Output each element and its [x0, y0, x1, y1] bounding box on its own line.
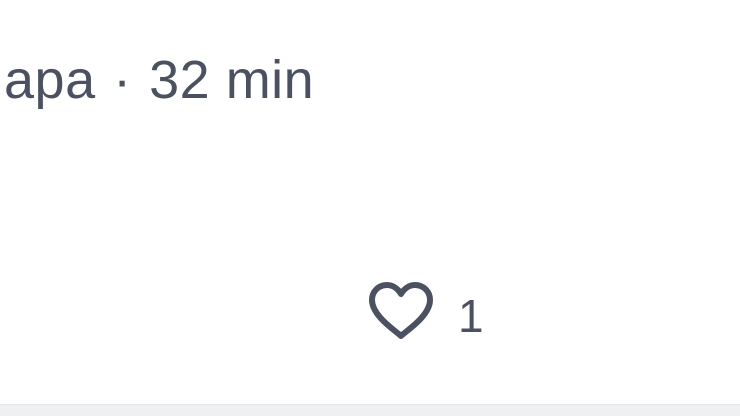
post-timestamp[interactable]: 32 min	[149, 50, 314, 110]
heart-icon[interactable]	[366, 280, 436, 342]
like-count: 1	[458, 290, 484, 342]
author-name[interactable]: apa	[4, 50, 96, 110]
meta-separator: ·	[113, 50, 132, 110]
like-button[interactable]: 1	[366, 278, 484, 344]
post-meta: apa · 32 min	[4, 48, 314, 112]
card-divider	[0, 404, 740, 416]
post-card: apa · 32 min 1	[0, 0, 740, 404]
